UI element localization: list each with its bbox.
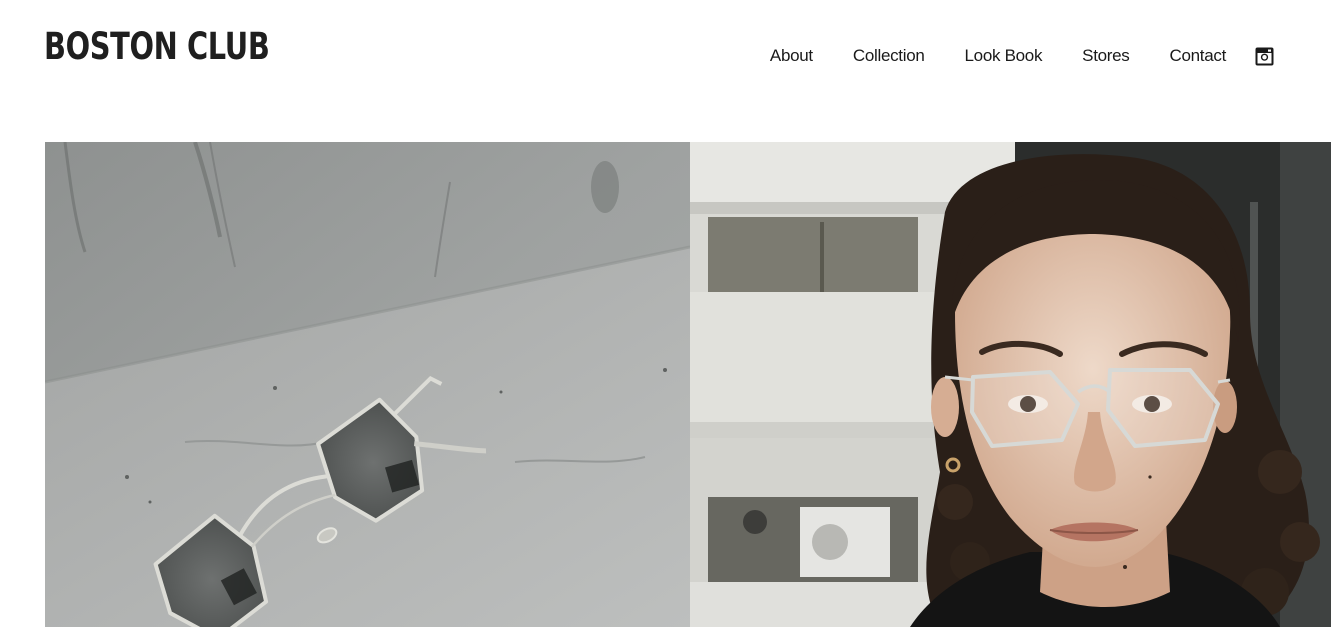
main-nav: About Collection Look Book Stores Contac…	[770, 45, 1274, 67]
page: BOSTON CLUB About Collection Look Book S…	[0, 0, 1331, 627]
nav-item-contact[interactable]: Contact	[1170, 45, 1227, 67]
instagram-icon[interactable]	[1255, 47, 1274, 66]
model-portrait-photo[interactable]	[690, 142, 1331, 627]
sunglasses-photo[interactable]	[45, 142, 690, 627]
nav-item-about[interactable]: About	[770, 45, 813, 67]
nav-item-look-book[interactable]: Look Book	[965, 45, 1043, 67]
brand-logo[interactable]: BOSTON CLUB	[44, 27, 270, 67]
nav-item-stores[interactable]: Stores	[1082, 45, 1130, 67]
hero-images	[45, 142, 1331, 627]
nav-item-collection[interactable]: Collection	[853, 45, 925, 67]
